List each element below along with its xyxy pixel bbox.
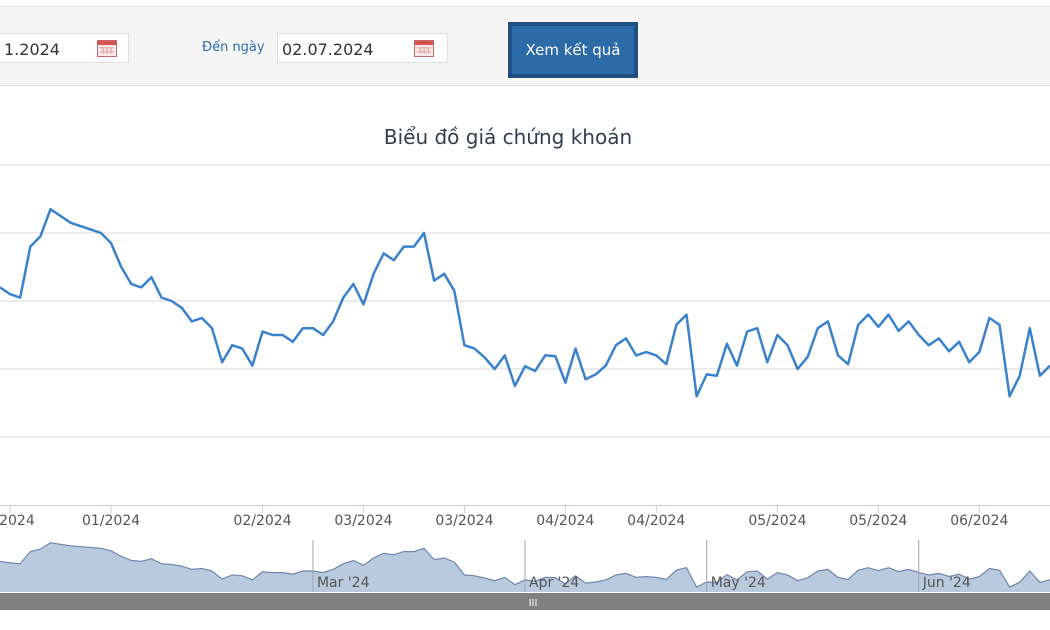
stock-price-chart: Biểu đồ giá chứng khoán 1/2024 01/2024 02/2… (0, 125, 1050, 610)
top-border (0, 0, 1050, 7)
scrollbar-grip[interactable]: III (529, 598, 538, 609)
navigator-label: Jun '24 (922, 575, 971, 591)
to-date-value: 02.07.2024 (282, 40, 374, 59)
x-tick-label: 02/2024 (233, 513, 291, 529)
from-date-field[interactable]: 1.2024 (0, 33, 129, 63)
calendar-icon[interactable] (97, 40, 117, 57)
x-tick-label: 05/2024 (748, 513, 806, 529)
date-filter-bar: 1.2024 Đến ngày 02.07.2024 Xem kết quả (0, 7, 1050, 86)
navigator-label: Mar '24 (317, 575, 370, 591)
to-date-label: Đến ngày (202, 40, 265, 55)
x-tick-label: 04/2024 (536, 513, 594, 529)
navigator-label: Apr '24 (529, 575, 579, 591)
view-results-button[interactable]: Xem kết quả (508, 22, 638, 78)
x-tick-label: 04/2024 (627, 513, 685, 529)
x-tick-label: 03/2024 (435, 513, 493, 529)
x-tick-label: 1/2024 (0, 513, 35, 529)
chart-title: Biểu đồ giá chứng khoán (384, 125, 632, 149)
price-line (0, 207, 1050, 398)
calendar-icon[interactable] (414, 40, 434, 57)
x-tick-label: 06/2024 (950, 513, 1008, 529)
from-date-value: 1.2024 (4, 40, 60, 59)
navigator-label: May '24 (711, 575, 766, 591)
scrollbar-track (0, 593, 1050, 610)
to-date-field[interactable]: 02.07.2024 (277, 33, 448, 63)
x-tick-label: 03/2024 (334, 513, 392, 529)
x-tick-label: 01/2024 (82, 513, 140, 529)
x-tick-label: 05/2024 (849, 513, 907, 529)
